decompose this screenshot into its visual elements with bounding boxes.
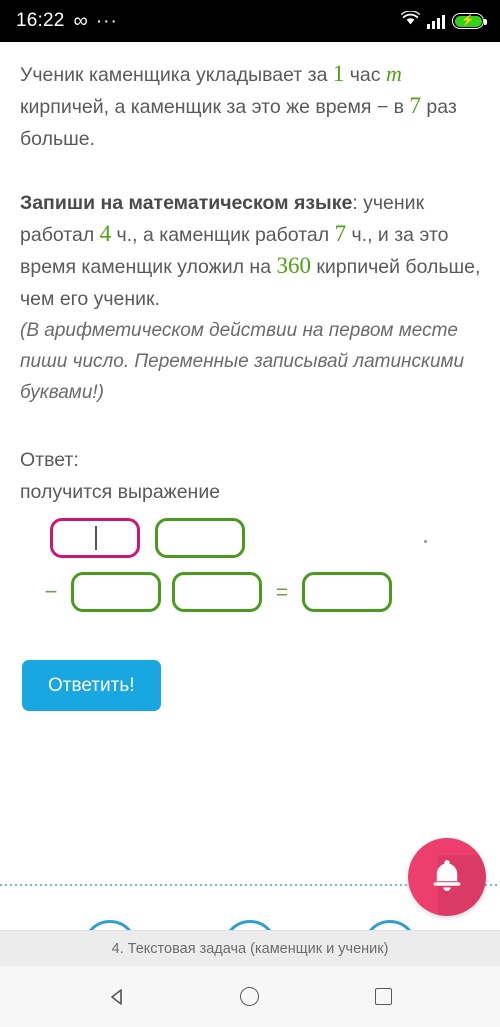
task-instruction-bold: Запиши на математическом языке [20,192,353,214]
p1-number-1: 1 [332,61,345,86]
status-bar: 16:22 ∞ ··· ⚡ [0,0,500,42]
p2-number-1: 4 [99,221,112,246]
answer-sublabel: получится выражение [20,481,221,503]
status-clock: 16:22 [16,10,65,31]
home-icon [240,987,260,1006]
battery-charging-icon: ⚡ [452,13,487,29]
text-caret [95,526,97,550]
signal-icon [427,14,445,29]
battery-bolt-glyph: ⚡ [461,14,475,27]
back-icon [110,988,122,1005]
answer-field-2[interactable] [155,518,245,558]
p1-text-b: час [344,64,386,86]
task-instruction-paragraph: Запиши на математическом языке: ученик р… [20,187,482,315]
android-nav-bar [0,966,500,1027]
answer-field-5[interactable] [302,572,392,612]
nav-back-button[interactable] [97,977,137,1017]
nav-recents-button[interactable] [363,977,403,1017]
exercise-content: Ученик каменщика укладывает за 1 час m к… [0,42,500,900]
p2-number-2: 7 [334,221,347,246]
bell-icon [427,856,467,898]
dots-icon: ··· [95,10,118,32]
p1-variable-m: m [385,61,402,86]
wifi-icon [400,10,421,31]
expression-row-1 [20,518,482,558]
answer-label: Ответ: [20,449,79,471]
p1-text-c: кирпичей, а каменщик за это же время − в [20,96,410,118]
status-bar-right: ⚡ [400,10,487,31]
bottom-title-bar: 4. Текстовая задача (каменщик и ученик) [0,930,500,966]
trailing-period [424,540,427,543]
minus-operator: − [44,579,58,604]
p2-number-3: 360 [276,253,311,278]
p1-number-2: 7 [409,93,421,118]
answer-field-4[interactable] [172,572,262,612]
answer-block: Ответ: получится выражение − = Ответить! [20,444,482,711]
p1-text-a: Ученик каменщика укладывает за [20,64,333,86]
hint-note: (В арифметическом действии на первом мес… [20,320,465,403]
notification-bell-fab[interactable] [408,838,486,916]
nav-home-button[interactable] [230,977,270,1017]
infinity-icon: ∞ [73,10,88,32]
p2-text-b: ч., а каменщик работал [111,224,335,246]
status-bar-left: 16:22 ∞ ··· [16,10,118,32]
recents-icon [374,988,392,1005]
answer-field-3[interactable] [71,572,161,612]
exercise-title: 4. Текстовая задача (каменщик и ученик) [111,940,389,957]
submit-answer-button[interactable]: Ответить! [22,660,161,711]
expression-row-2: − = [20,572,482,612]
equals-operator: = [275,580,289,604]
answer-field-1[interactable] [50,518,140,558]
problem-statement-paragraph: Ученик каменщика укладывает за 1 час m к… [20,58,482,155]
